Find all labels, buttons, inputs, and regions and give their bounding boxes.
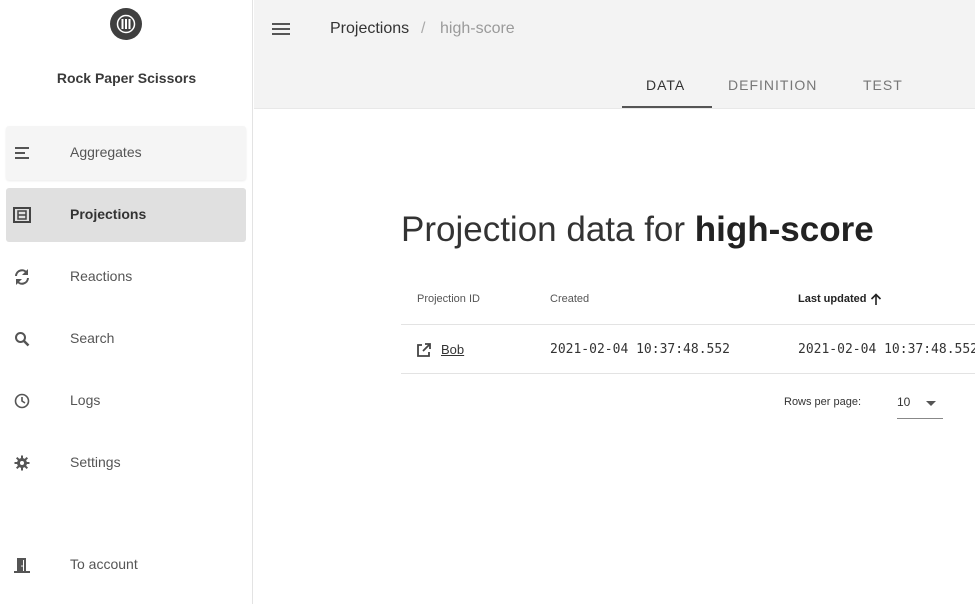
- sidebar-item-logs[interactable]: Logs: [6, 374, 246, 428]
- sidebar-item-label: Logs: [70, 392, 101, 408]
- gear-icon: [12, 453, 32, 473]
- header: Projections / high-score DATA DEFINITION…: [254, 0, 975, 109]
- table-row-divider: [401, 373, 975, 374]
- sort-ascending-icon[interactable]: [869, 292, 883, 306]
- sidebar-item-label: Projections: [70, 206, 147, 222]
- sidebar-item-aggregates[interactable]: Aggregates: [6, 126, 246, 180]
- sidebar-item-label: Search: [70, 330, 115, 346]
- sidebar-item-label: Aggregates: [70, 144, 142, 160]
- page-title: Projection data for high-score: [401, 210, 874, 250]
- tab-data[interactable]: DATA: [646, 77, 685, 93]
- sidebar-item-projections[interactable]: Projections: [6, 188, 246, 242]
- menu-icon[interactable]: [272, 20, 292, 38]
- active-tab-indicator: [622, 106, 712, 108]
- column-header-last-updated[interactable]: Last updated: [798, 293, 866, 305]
- created-cell: 2021-02-04 10:37:48.552: [550, 342, 731, 357]
- sidebar-item-search[interactable]: Search: [6, 312, 246, 366]
- page-title-name: high-score: [694, 210, 874, 249]
- sidebar: Rock Paper Scissors Aggregates Projectio…: [0, 0, 253, 604]
- clock-icon: [12, 391, 32, 411]
- sidebar-item-label: To account: [70, 556, 138, 572]
- caret-down-icon: [926, 401, 936, 406]
- door-exit-icon: [12, 555, 32, 575]
- column-header-projection-id[interactable]: Projection ID: [417, 293, 480, 305]
- table-header-divider: [401, 324, 975, 325]
- column-header-created[interactable]: Created: [550, 293, 589, 305]
- rows-per-page-value: 10: [897, 395, 911, 409]
- sidebar-item-label: Settings: [70, 454, 121, 470]
- list-icon: [12, 143, 32, 163]
- rows-per-page-select[interactable]: 10: [897, 391, 943, 419]
- search-icon: [12, 329, 32, 349]
- open-external-icon[interactable]: [416, 342, 432, 358]
- projection-id-link[interactable]: Bob: [441, 342, 464, 357]
- rows-per-page-label: Rows per page:: [784, 396, 862, 408]
- projection-icon: [12, 205, 32, 225]
- breadcrumb-projections[interactable]: Projections: [330, 20, 409, 38]
- three-bars-logo-icon[interactable]: [110, 8, 142, 40]
- app-name: Rock Paper Scissors: [56, 70, 197, 86]
- breadcrumb-current: high-score: [440, 20, 515, 37]
- sidebar-item-label: Reactions: [70, 268, 133, 284]
- last-updated-cell: 2021-02-04 10:37:48.552: [798, 342, 975, 357]
- sidebar-item-reactions[interactable]: Reactions: [6, 250, 246, 304]
- page-title-prefix: Projection data for: [401, 210, 695, 249]
- sidebar-item-settings[interactable]: Settings: [6, 436, 246, 490]
- tab-test[interactable]: TEST: [863, 77, 903, 93]
- sidebar-item-account[interactable]: To account: [6, 538, 246, 592]
- tab-definition[interactable]: DEFINITION: [728, 77, 817, 93]
- breadcrumb-separator: /: [421, 20, 426, 37]
- refresh-icon: [12, 267, 32, 287]
